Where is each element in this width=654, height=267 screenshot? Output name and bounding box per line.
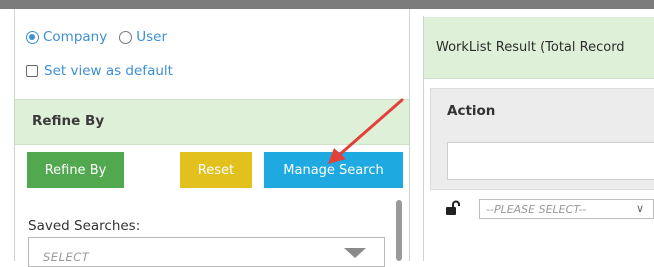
company-radio-label[interactable]: Company: [43, 29, 107, 45]
unlock-icon[interactable]: [445, 200, 461, 216]
refine-by-button[interactable]: Refine By: [27, 152, 124, 188]
saved-searches-value: SELECT: [43, 250, 90, 264]
action-header-label: Action: [447, 103, 496, 119]
worklist-header: WorkList Result (Total Record: [424, 17, 654, 79]
default-view-row: Set view as default: [26, 60, 173, 82]
panel-scrollbar[interactable]: [396, 200, 402, 261]
row-action-select[interactable]: --PLEASE SELECT-- ∨: [479, 199, 654, 219]
user-radio-label[interactable]: User: [136, 29, 167, 45]
company-radio[interactable]: [26, 30, 39, 44]
view-options-row: Company User: [26, 26, 167, 48]
action-filter-input[interactable]: [447, 142, 654, 180]
red-arrow-icon: [328, 98, 404, 164]
default-view-checkbox[interactable]: [26, 65, 38, 77]
saved-searches-label: Saved Searches:: [28, 218, 141, 234]
caret-down-icon: [344, 248, 366, 258]
user-radio[interactable]: [119, 30, 133, 44]
top-bar: [0, 0, 654, 9]
chevron-down-icon: ∨: [636, 202, 645, 215]
saved-searches-select[interactable]: SELECT: [28, 237, 385, 267]
worklist-title: WorkList Result (Total Record: [436, 40, 625, 55]
refine-section-title: Refine By: [32, 113, 105, 129]
reset-button[interactable]: Reset: [180, 152, 252, 188]
default-view-label[interactable]: Set view as default: [44, 63, 173, 79]
row-action-value: --PLEASE SELECT--: [486, 203, 587, 216]
